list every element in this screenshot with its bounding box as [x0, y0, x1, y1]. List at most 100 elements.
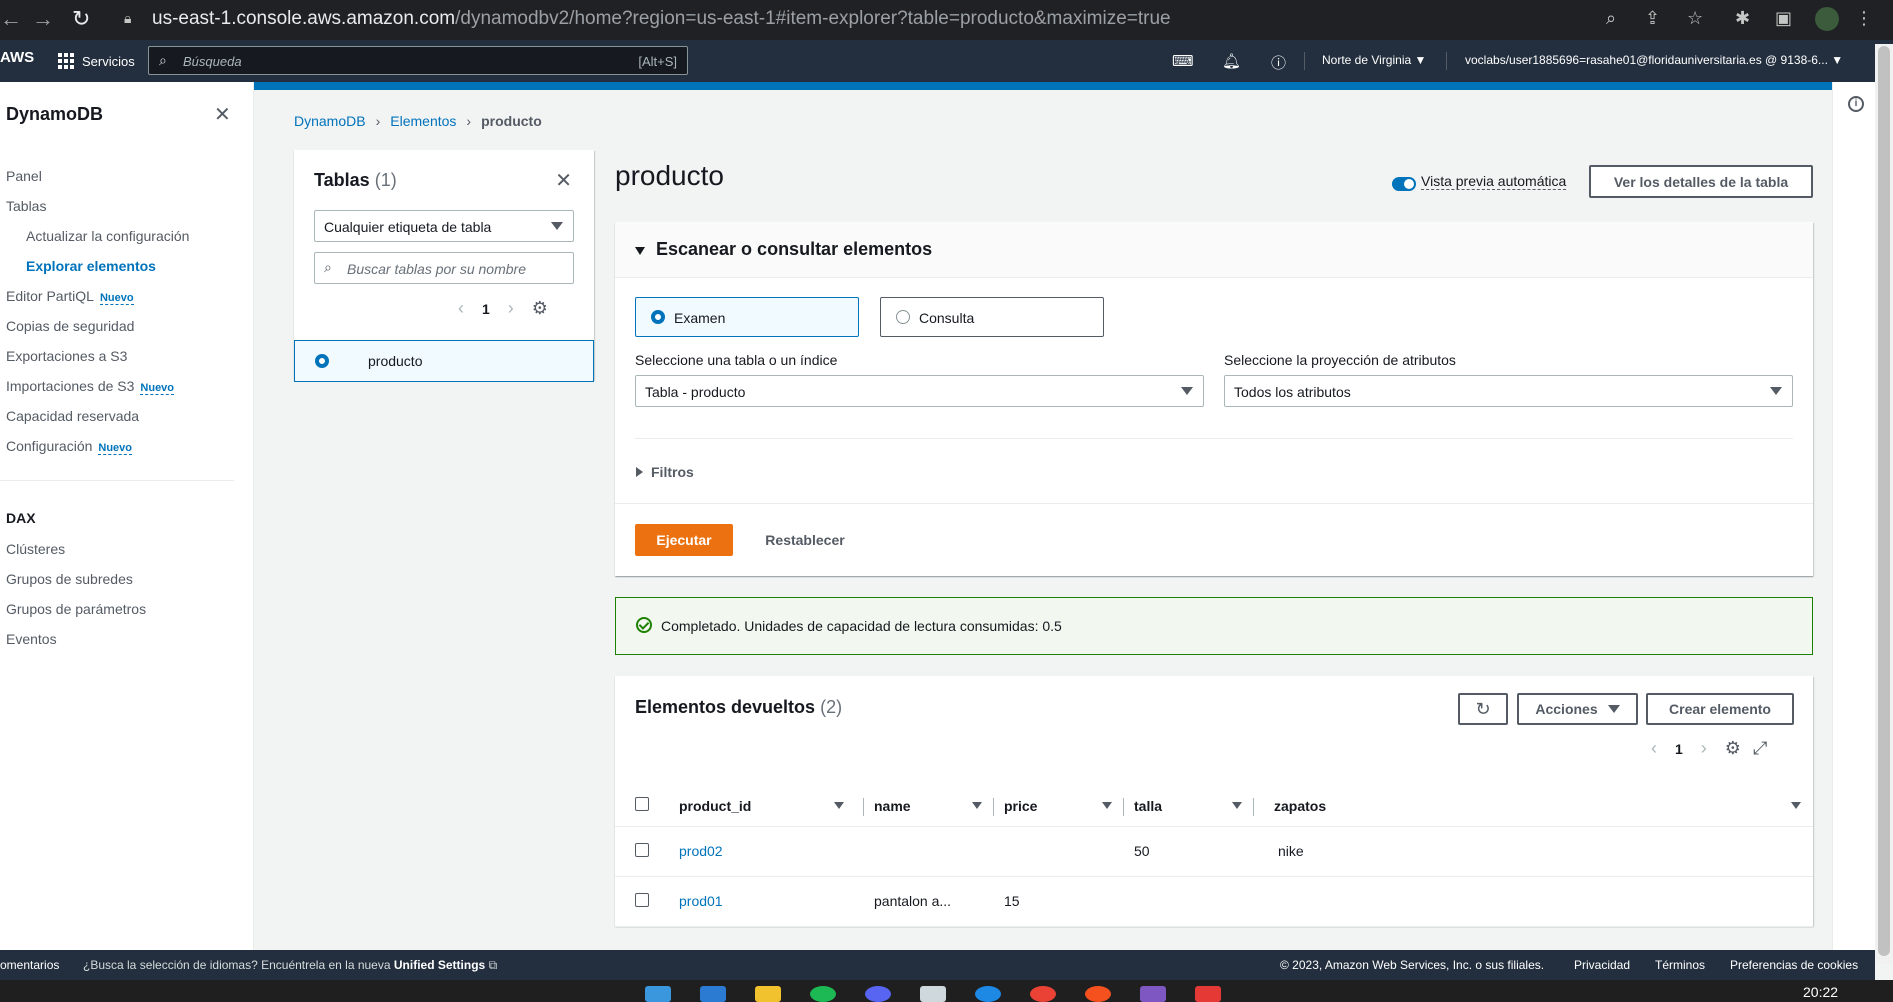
row-checkbox[interactable]	[635, 892, 649, 907]
sidebar-item-explore-items[interactable]: Explorar elementos	[26, 258, 156, 274]
radio[interactable]	[651, 310, 665, 324]
zoom-icon[interactable]: ⌕	[1606, 8, 1616, 29]
scrollbar-thumb[interactable]	[1878, 46, 1890, 956]
sidebar-item-reserved-capacity[interactable]: Capacidad reservada	[6, 408, 139, 424]
scan-title: Escanear o consultar elementos	[656, 239, 933, 259]
search-input[interactable]: ⌕ Búsqueda [Alt+S]	[148, 46, 688, 75]
table-row[interactable]: prod02 50 nike	[615, 826, 1813, 877]
projection-label: Seleccione la proyección de atributos	[1224, 352, 1456, 368]
spotify-icon[interactable]	[810, 986, 836, 1002]
sidebar-item-imports[interactable]: Importaciones de S3 Nuevo	[6, 378, 175, 395]
page-scrollbar[interactable]	[1875, 44, 1893, 964]
gear-icon[interactable]: ⚙︎	[532, 298, 548, 319]
region-selector[interactable]: Norte de Virginia ▼	[1322, 53, 1426, 67]
column-header[interactable]: name	[864, 786, 994, 827]
column-header[interactable]: product_id	[669, 786, 864, 827]
account-menu[interactable]: voclabs/user1885696=rasahe01@floridauniv…	[1465, 53, 1843, 67]
sidebar-item-clusters[interactable]: Clústeres	[6, 541, 65, 557]
share-icon[interactable]: ⇪	[1645, 8, 1660, 29]
column-header[interactable]: price	[994, 786, 1124, 827]
table-radio[interactable]	[315, 354, 329, 368]
filters-toggle[interactable]: Filtros	[636, 464, 694, 480]
item-link[interactable]: prod01	[679, 893, 723, 909]
view-table-details-button[interactable]: Ver los detalles de la tabla	[1589, 165, 1813, 198]
reload-icon[interactable]: ↻	[72, 6, 90, 32]
extensions-icon[interactable]: ✱	[1735, 8, 1750, 29]
chevron-left-icon[interactable]: ‹	[1651, 738, 1657, 759]
sidebar-item-partiql[interactable]: Editor PartiQL Nuevo	[6, 288, 134, 305]
column-header[interactable]: zapatos	[1254, 786, 1813, 827]
profile-avatar[interactable]	[1815, 7, 1839, 31]
cookie-preferences-link[interactable]: Preferencias de cookies	[1730, 958, 1858, 972]
aws-logo[interactable]: AWS	[0, 49, 34, 66]
gear-icon[interactable]: ⚙︎	[1725, 738, 1741, 759]
docker-icon[interactable]	[975, 986, 1001, 1002]
bookmark-star-icon[interactable]: ☆	[1687, 8, 1703, 29]
refresh-button[interactable]: ↻	[1458, 693, 1508, 725]
services-menu[interactable]: Servicios	[58, 53, 135, 69]
address-bar[interactable]: us-east-1.console.aws.amazon.com/dynamod…	[152, 8, 1171, 30]
fullscreen-icon[interactable]: ⤢	[1753, 738, 1767, 759]
run-button[interactable]: Ejecutar	[635, 524, 733, 556]
item-link[interactable]: prod02	[679, 843, 723, 859]
bell-icon[interactable]: 🔔︎	[1222, 52, 1241, 70]
document-app-icon[interactable]	[1195, 986, 1221, 1002]
scan-mode-tile[interactable]: Examen	[635, 297, 859, 337]
discord-icon[interactable]	[865, 986, 891, 1002]
windows-start-icon[interactable]	[645, 986, 671, 1002]
radio[interactable]	[896, 310, 910, 324]
page-number[interactable]: 1	[1675, 741, 1683, 757]
back-icon[interactable]: ←	[0, 6, 22, 32]
network-app-icon[interactable]	[1140, 986, 1166, 1002]
sidebar-item-tables[interactable]: Tablas	[6, 198, 46, 214]
privacy-link[interactable]: Privacidad	[1574, 958, 1630, 972]
sidebar-item-panel[interactable]: Panel	[6, 168, 42, 184]
auto-preview-toggle[interactable]	[1392, 177, 1416, 191]
postman-icon[interactable]	[1085, 986, 1111, 1002]
query-mode-tile[interactable]: Consulta	[880, 297, 1104, 337]
sidebar-item-settings[interactable]: Configuración Nuevo	[6, 438, 133, 455]
cloudshell-icon[interactable]: ⌨︎	[1172, 52, 1194, 70]
sidebar-item-backups[interactable]: Copias de seguridad	[6, 318, 134, 334]
unified-settings-link[interactable]: Unified Settings	[394, 958, 485, 972]
reset-button[interactable]: Restablecer	[750, 524, 860, 556]
sidebar-item-parameter-groups[interactable]: Grupos de parámetros	[6, 601, 146, 617]
help-icon[interactable]: ⓘ	[1271, 52, 1286, 73]
chevron-right-icon[interactable]: ›	[1701, 738, 1707, 759]
select-all-checkbox[interactable]	[635, 797, 649, 812]
sidebar-item-update-settings[interactable]: Actualizar la configuración	[26, 228, 189, 244]
sidebar-item-subnet-groups[interactable]: Grupos de subredes	[6, 571, 133, 587]
page-number[interactable]: 1	[482, 301, 490, 317]
projection-select[interactable]: Todos los atributos	[1224, 375, 1793, 407]
info-icon[interactable]: i	[1848, 96, 1864, 112]
cell-name	[864, 826, 994, 877]
close-icon[interactable]: ✕	[214, 102, 231, 127]
vscode-icon[interactable]	[700, 986, 726, 1002]
notepad-icon[interactable]	[920, 986, 946, 1002]
sidepanel-icon[interactable]: ▣	[1775, 8, 1792, 29]
chevron-left-icon[interactable]: ‹	[458, 298, 464, 319]
actions-button[interactable]: Acciones	[1517, 693, 1638, 725]
close-icon[interactable]: ✕	[555, 168, 572, 193]
menu-icon[interactable]: ⋮	[1855, 8, 1873, 29]
auto-preview-label[interactable]: Vista previa automática	[1421, 173, 1567, 190]
forward-icon[interactable]: →	[32, 6, 54, 32]
file-explorer-icon[interactable]	[755, 986, 781, 1002]
table-search-input[interactable]: ⌕ Buscar tablas por su nombre	[314, 252, 574, 284]
chrome-icon[interactable]	[1030, 986, 1056, 1002]
table-row[interactable]: producto	[294, 340, 594, 382]
chevron-right-icon[interactable]: ›	[508, 298, 514, 319]
sidebar-item-exports[interactable]: Exportaciones a S3	[6, 348, 127, 364]
breadcrumb-items[interactable]: Elementos	[390, 113, 456, 129]
tag-filter-select[interactable]: Cualquier etiqueta de tabla	[314, 210, 574, 242]
breadcrumb-dynamodb[interactable]: DynamoDB	[294, 113, 366, 129]
scan-header[interactable]: Escanear o consultar elementos	[615, 222, 1813, 278]
column-header[interactable]: talla	[1124, 786, 1254, 827]
terms-link[interactable]: Términos	[1655, 958, 1705, 972]
row-checkbox[interactable]	[635, 842, 649, 857]
table-index-select[interactable]: Tabla - producto	[635, 375, 1204, 407]
table-row[interactable]: prod01 pantalon a... 15	[615, 876, 1813, 927]
feedback-link[interactable]: omentarios	[0, 958, 59, 972]
sidebar-item-events[interactable]: Eventos	[6, 631, 57, 647]
create-item-button[interactable]: Crear elemento	[1646, 693, 1794, 725]
